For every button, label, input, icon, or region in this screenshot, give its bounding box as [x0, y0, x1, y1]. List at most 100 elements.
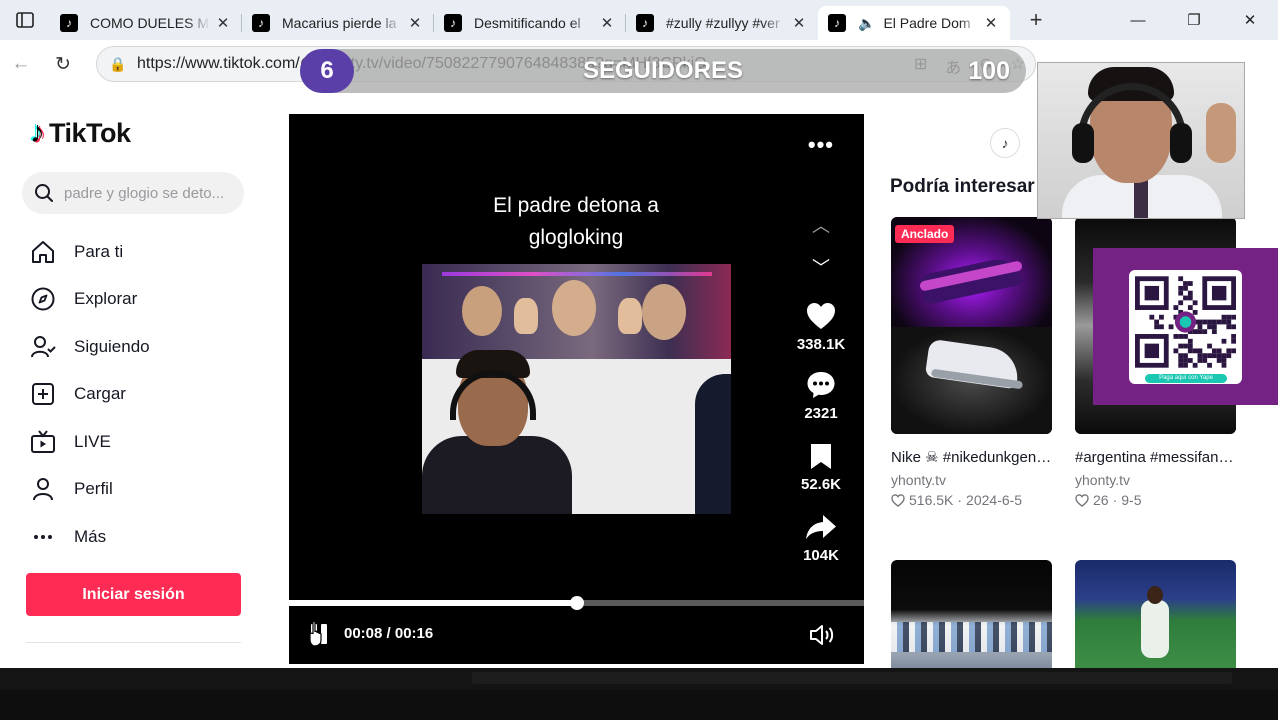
tab-close-icon[interactable]: ✕: [406, 14, 424, 32]
streamer-figure: [422, 336, 572, 514]
speaker-icon[interactable]: 🔈: [858, 15, 875, 32]
sidebar-nav: Para ti Explorar Siguiendo Cargar LIVE P…: [28, 228, 150, 561]
tab-title: COMO DUELES MI: [90, 15, 210, 31]
browser-tab[interactable]: ♪ COMO DUELES MI ✕: [50, 6, 242, 40]
meta-dot: ·: [957, 492, 963, 508]
heart-outline-icon: [891, 493, 905, 507]
card-meta: 516.5K · 2024-6-5: [891, 492, 1052, 508]
share-count: 104K: [803, 547, 839, 564]
video-frame: [422, 264, 731, 514]
more-options-icon[interactable]: •••: [808, 132, 834, 158]
sidebar-item-perfil[interactable]: Perfil: [28, 466, 150, 514]
recommended-heading: Podría interesar: [890, 176, 1035, 197]
browser-tab-active[interactable]: ♪ 🔈 El Padre Dom ✕: [818, 6, 1010, 40]
logo-text: TikTok: [49, 117, 131, 148]
share-action[interactable]: 104K: [789, 511, 853, 564]
card-meta: 26 · 9-5: [1075, 492, 1236, 508]
compass-icon: [31, 287, 55, 311]
video-thumbnail-partial[interactable]: [891, 560, 1052, 670]
tab-actions-icon: [16, 12, 34, 28]
new-tab-button[interactable]: +: [1016, 7, 1056, 33]
progress-fill: [289, 600, 577, 606]
following-icon: [31, 335, 56, 358]
sidebar-item-cargar[interactable]: Cargar: [28, 371, 150, 419]
recommended-video-card[interactable]: Anclado Nike ☠ #nikedunkgenesis... yhont…: [891, 217, 1052, 508]
audience-face: [552, 280, 596, 336]
save-action[interactable]: 52.6K: [789, 440, 853, 493]
tab-actions-button[interactable]: [0, 0, 50, 40]
sidebar-item-para-ti[interactable]: Para ti: [28, 228, 150, 276]
restore-icon[interactable]: ❐: [1166, 0, 1222, 40]
sidebar-item-siguiendo[interactable]: Siguiendo: [28, 323, 150, 371]
next-video-icon[interactable]: ﹀: [809, 254, 833, 278]
tiktok-circle-icon[interactable]: ♪: [990, 128, 1020, 158]
heart-icon: [807, 303, 835, 329]
browser-tab-bar: ♪ COMO DUELES MI ✕ ♪ Macarius pierde la …: [0, 0, 1278, 40]
comment-icon: [807, 372, 835, 398]
card-title: Nike ☠ #nikedunkgenesis...: [891, 449, 1052, 466]
video-thumbnail[interactable]: Anclado: [891, 217, 1052, 434]
minimize-icon[interactable]: —: [1110, 0, 1166, 40]
card-likes: 516.5K: [909, 492, 954, 508]
sidebar-item-label: Siguiendo: [74, 336, 150, 356]
sidebar-item-label: LIVE: [74, 431, 111, 451]
mouse-cursor-icon: [309, 620, 322, 647]
tiktok-favicon-icon: ♪: [828, 14, 846, 32]
heart-outline-icon: [1075, 493, 1089, 507]
back-icon[interactable]: ←: [0, 40, 42, 88]
sidebar: ♪ TikTok Para ti Explorar Siguiendo: [0, 88, 270, 668]
yape-qr-card: Paga aquí con Yape: [1129, 270, 1242, 384]
close-window-icon[interactable]: ✕: [1222, 0, 1278, 40]
sidebar-item-mas[interactable]: Más: [28, 513, 150, 561]
tab-close-icon[interactable]: ✕: [214, 14, 232, 32]
video-player[interactable]: ••• El padre detona a glogloking ︿ ﹀ 338…: [289, 114, 864, 664]
tiktok-note-icon: ♪: [30, 116, 45, 149]
browser-tab[interactable]: ♪ Desmitificando el ✕: [434, 6, 626, 40]
pinned-badge: Anclado: [895, 225, 955, 243]
sidebar-item-label: Explorar: [74, 289, 138, 309]
bookmark-icon: [811, 444, 831, 469]
screen: ♪ COMO DUELES MI ✕ ♪ Macarius pierde la …: [0, 0, 1278, 720]
tab-close-icon[interactable]: ✕: [982, 14, 1000, 32]
home-icon: [32, 240, 54, 263]
like-action[interactable]: 338.1K: [789, 300, 853, 353]
refresh-icon[interactable]: ↻: [42, 40, 84, 88]
browser-tab[interactable]: ♪ #zully #zullyy #ver ✕: [626, 6, 818, 40]
card-username[interactable]: yhonty.tv: [891, 472, 1052, 488]
save-count: 52.6K: [800, 476, 842, 493]
meta-dot: ·: [1112, 492, 1118, 508]
live-icon: [31, 430, 55, 453]
tiktok-logo[interactable]: ♪ TikTok: [30, 116, 131, 150]
card-username[interactable]: yhonty.tv: [1075, 472, 1236, 488]
raised-hand: [618, 298, 642, 334]
window-controls: — ❐ ✕: [1110, 0, 1278, 40]
bottom-strip: [0, 668, 1278, 690]
tab-close-icon[interactable]: ✕: [790, 14, 808, 32]
video-progress-bar[interactable]: [289, 596, 864, 610]
comment-action[interactable]: 2321: [789, 369, 853, 422]
search-icon: [35, 184, 53, 202]
sidebar-item-explorar[interactable]: Explorar: [28, 276, 150, 324]
yape-pay-button: Paga aquí con Yape: [1145, 374, 1227, 383]
progress-handle[interactable]: [569, 596, 584, 610]
previous-video-icon[interactable]: ︿: [809, 212, 833, 236]
browser-tab[interactable]: ♪ Macarius pierde la ✕: [242, 6, 434, 40]
card-likes: 26: [1093, 492, 1109, 508]
more-icon: [34, 534, 52, 539]
tiktok-favicon-icon: ♪: [252, 14, 270, 32]
sidebar-item-label: Para ti: [74, 241, 124, 261]
tab-close-icon[interactable]: ✕: [598, 14, 616, 32]
sidebar-item-live[interactable]: LIVE: [28, 418, 150, 466]
search-input[interactable]: [64, 184, 234, 202]
login-button[interactable]: Iniciar sesión: [26, 573, 241, 616]
video-caption: El padre detona a glogloking: [493, 194, 659, 249]
volume-button[interactable]: [808, 622, 836, 648]
search-box[interactable]: [22, 172, 244, 214]
side-figure: [695, 374, 731, 514]
video-thumbnail-partial[interactable]: [1075, 560, 1236, 670]
video-timecode: 00:08 / 00:16: [344, 625, 434, 642]
sidebar-item-label: Perfil: [74, 479, 113, 499]
tab-title: Macarius pierde la: [282, 15, 397, 31]
sidebar-item-label: Cargar: [74, 384, 126, 404]
tiktok-favicon-icon: ♪: [636, 14, 654, 32]
